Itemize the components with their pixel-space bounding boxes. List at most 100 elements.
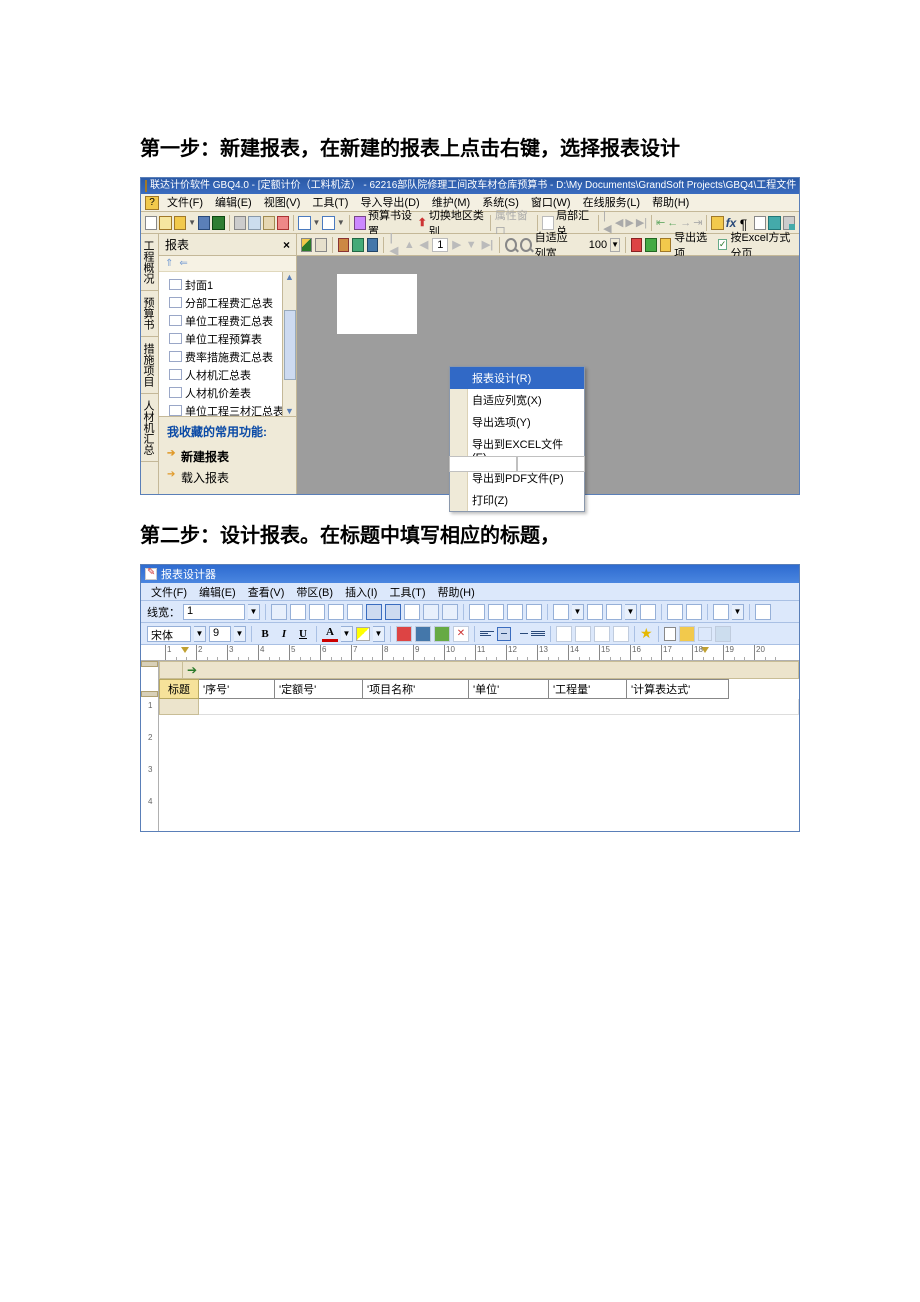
tool-icon-5[interactable]	[768, 216, 780, 230]
border-all-icon[interactable]	[385, 604, 401, 620]
align-dd1-icon[interactable]: ▼	[572, 604, 584, 620]
scroll-thumb[interactable]	[284, 310, 296, 380]
tree-scrollbar[interactable]: ▲ ▼	[282, 272, 296, 416]
export2-icon[interactable]	[645, 238, 656, 252]
tool-icon-1[interactable]	[711, 216, 723, 230]
menu-file[interactable]: 文件(F)	[163, 194, 207, 212]
design-grid[interactable]: ➔ 标题 '序号' '定额号' '项目名称' '单位' '工程量' '计算表达式…	[159, 661, 799, 831]
redo-dropdown-icon[interactable]: ▼	[337, 218, 345, 227]
menu2-edit[interactable]: 编辑(E)	[195, 584, 240, 600]
zoom-out-icon[interactable]	[520, 238, 532, 252]
menu2-band[interactable]: 带区(B)	[292, 584, 337, 600]
border-hmid-icon[interactable]	[366, 604, 382, 620]
menu2-insert[interactable]: 插入(I)	[341, 584, 381, 600]
font-name-dropdown-icon[interactable]: ▼	[194, 626, 206, 642]
page-icon[interactable]	[664, 627, 676, 641]
vruler-bar[interactable]	[141, 691, 158, 697]
font-color-dd-icon[interactable]: ▼	[341, 626, 353, 642]
sidetab-rcj[interactable]: 人材机汇总	[141, 394, 158, 462]
menu-help[interactable]: 帮助(H)	[648, 194, 693, 212]
star-icon[interactable]: ★	[640, 625, 653, 642]
sidetab-measures[interactable]: 措施项目	[141, 337, 158, 394]
fill-color-icon[interactable]	[356, 627, 370, 641]
chart-icon[interactable]	[713, 604, 729, 620]
ctx-export-opts[interactable]: 导出选项(Y)	[450, 411, 584, 433]
tool-icon-4[interactable]	[754, 216, 766, 230]
book3-icon[interactable]	[367, 238, 378, 252]
copy-icon[interactable]	[248, 216, 260, 230]
border-top-icon[interactable]	[347, 604, 363, 620]
split-v-icon[interactable]	[507, 604, 523, 620]
chart-bar-icon[interactable]	[613, 626, 629, 642]
sidetab-budget[interactable]: 预算书	[141, 291, 158, 337]
blank-icon[interactable]	[542, 216, 554, 230]
align-justify-icon[interactable]	[531, 627, 545, 641]
open-icon[interactable]	[159, 216, 171, 230]
align-dd2-icon[interactable]: ▼	[625, 604, 637, 620]
book2-icon[interactable]	[352, 238, 363, 252]
excel-icon[interactable]	[212, 216, 224, 230]
tree-item[interactable]: 人材机价差表	[169, 384, 296, 402]
font-color-icon[interactable]: A	[322, 626, 338, 642]
border-left-icon[interactable]	[290, 604, 306, 620]
band-arrow-cell[interactable]: ➔	[183, 661, 799, 679]
ctx-print[interactable]: 打印(Z)	[450, 489, 584, 511]
fav-load-report[interactable]: 载入报表	[167, 467, 288, 488]
split-cell-icon[interactable]	[526, 604, 542, 620]
panel-nav-up-icon[interactable]: ⇑	[165, 258, 173, 269]
tree-item[interactable]: 人材机汇总表	[169, 366, 296, 384]
linewidth-dropdown-icon[interactable]: ▼	[248, 604, 260, 620]
fx-icon[interactable]: fx	[726, 216, 738, 230]
undo-icon[interactable]	[298, 216, 310, 230]
delete-icon[interactable]	[277, 216, 289, 230]
underline-icon[interactable]: U	[295, 626, 311, 642]
scroll-up-icon[interactable]: ▲	[285, 272, 294, 282]
cell-red-icon[interactable]	[396, 626, 412, 642]
cell-clear-icon[interactable]: ✕	[453, 626, 469, 642]
menu-edit[interactable]: 编辑(E)	[211, 194, 256, 212]
panel-nav-left-icon[interactable]: ⇐	[179, 258, 187, 269]
tool-yellow-icon[interactable]	[679, 626, 695, 642]
blank-band-label[interactable]	[159, 699, 199, 715]
valign-mid-icon[interactable]	[575, 626, 591, 642]
dist-h-icon[interactable]	[667, 604, 683, 620]
cell-blue-icon[interactable]	[415, 626, 431, 642]
align-right-icon[interactable]	[514, 627, 528, 641]
zoom-in-icon[interactable]	[505, 238, 517, 252]
help-icon[interactable]: ?	[145, 196, 159, 210]
align-center-icon[interactable]	[497, 627, 511, 641]
vruler-bar[interactable]	[141, 661, 158, 667]
preview-page[interactable]	[337, 274, 417, 334]
title-col-name[interactable]: '项目名称'	[363, 679, 469, 699]
save-icon[interactable]	[198, 216, 210, 230]
paste-icon[interactable]	[263, 216, 275, 230]
italic-icon[interactable]: I	[276, 626, 292, 642]
book1-icon[interactable]	[338, 238, 349, 252]
page-number[interactable]: 1	[432, 238, 448, 252]
bold-icon[interactable]: B	[257, 626, 273, 642]
nav2-prev-icon[interactable]: ←	[667, 217, 678, 229]
border-right-icon[interactable]	[328, 604, 344, 620]
font-name-input[interactable]: 宋体	[147, 626, 191, 642]
cell-green-icon[interactable]	[434, 626, 450, 642]
fav-new-report[interactable]: 新建报表	[167, 446, 288, 467]
settings-icon[interactable]	[354, 216, 366, 230]
fill-color-dd-icon[interactable]: ▼	[373, 626, 385, 642]
zoom-dropdown-icon[interactable]: ▼	[610, 238, 620, 252]
design-icon[interactable]	[301, 238, 312, 252]
scroll-down-icon[interactable]: ▼	[285, 406, 294, 416]
align-center-h-icon[interactable]	[587, 604, 603, 620]
ctx-fit-width[interactable]: 自适应列宽(X)	[450, 389, 584, 411]
title-col-qty[interactable]: '工程量'	[549, 679, 627, 699]
tree-item[interactable]: 费率措施费汇总表	[169, 348, 296, 366]
folder-dropdown-icon[interactable]: ▼	[188, 218, 196, 227]
print-icon[interactable]	[315, 238, 326, 252]
border-diag1-icon[interactable]	[423, 604, 439, 620]
tree-item[interactable]: 单位工程预算表	[169, 330, 296, 348]
menu-view[interactable]: 视图(V)	[260, 194, 305, 212]
align-left-edge-icon[interactable]	[553, 604, 569, 620]
align-left-icon[interactable]	[480, 627, 494, 641]
border-vmid-icon[interactable]	[309, 604, 325, 620]
font-size-dropdown-icon[interactable]: ▼	[234, 626, 246, 642]
redo-icon[interactable]	[322, 216, 334, 230]
